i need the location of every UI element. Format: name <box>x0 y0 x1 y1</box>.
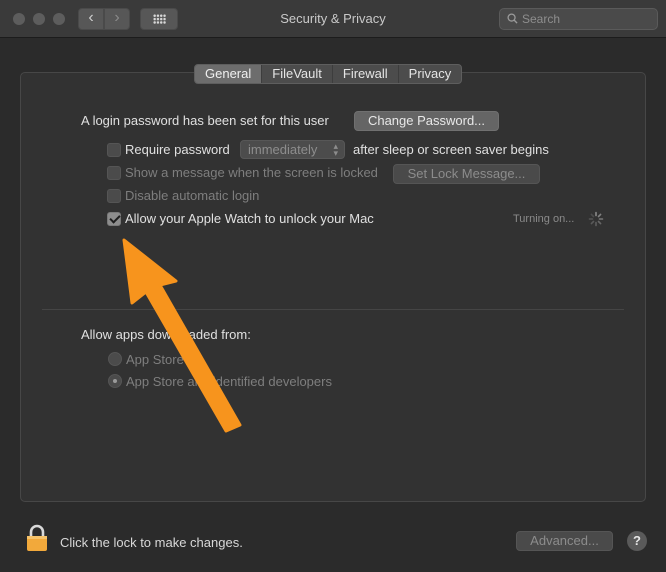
section-divider <box>42 309 624 310</box>
app-store-identified-label: App Store and identified developers <box>126 374 332 389</box>
tab-privacy[interactable]: Privacy <box>397 65 462 83</box>
tab-bar: General FileVault Firewall Privacy <box>194 64 463 84</box>
disable-autologin-checkbox[interactable] <box>107 189 121 203</box>
advanced-button[interactable]: Advanced... <box>516 531 613 551</box>
set-lock-message-button[interactable]: Set Lock Message... <box>393 164 540 184</box>
titlebar: ‹ › Security & Privacy Search <box>0 0 666 38</box>
show-message-label: Show a message when the screen is locked <box>125 165 378 180</box>
apple-watch-status: Turning on... <box>513 213 575 225</box>
app-store-label: App Store <box>126 352 184 367</box>
show-message-checkbox[interactable] <box>107 166 121 180</box>
tab-general[interactable]: General <box>195 65 262 83</box>
search-icon <box>507 13 518 24</box>
apple-watch-label: Allow your Apple Watch to unlock your Ma… <box>125 211 374 226</box>
tab-filevault[interactable]: FileVault <box>261 65 332 83</box>
help-button[interactable]: ? <box>627 531 647 551</box>
require-password-label: Require password <box>125 142 230 157</box>
login-password-text: A login password has been set for this u… <box>81 113 329 128</box>
preferences-panel <box>20 72 646 502</box>
app-store-radio[interactable] <box>108 352 122 366</box>
search-placeholder: Search <box>522 12 561 26</box>
require-password-interval-select[interactable]: immediately ▴ ▾ <box>240 140 345 159</box>
allow-apps-heading: Allow apps downloaded from: <box>81 327 251 342</box>
tab-firewall[interactable]: Firewall <box>331 65 398 83</box>
spinner-icon <box>588 211 604 227</box>
require-password-suffix: after sleep or screen saver begins <box>353 142 549 157</box>
lock-icon[interactable] <box>26 524 48 552</box>
require-password-checkbox[interactable] <box>107 143 121 157</box>
lock-status-text: Click the lock to make changes. <box>60 535 243 550</box>
apple-watch-checkbox[interactable] <box>107 212 121 226</box>
updown-chevron-icon: ▴ ▾ <box>333 141 338 158</box>
change-password-button[interactable]: Change Password... <box>354 111 499 131</box>
require-password-interval-value: immediately <box>248 142 318 157</box>
disable-autologin-label: Disable automatic login <box>125 188 260 203</box>
app-store-identified-radio[interactable] <box>108 374 122 388</box>
search-input[interactable]: Search <box>499 8 658 30</box>
